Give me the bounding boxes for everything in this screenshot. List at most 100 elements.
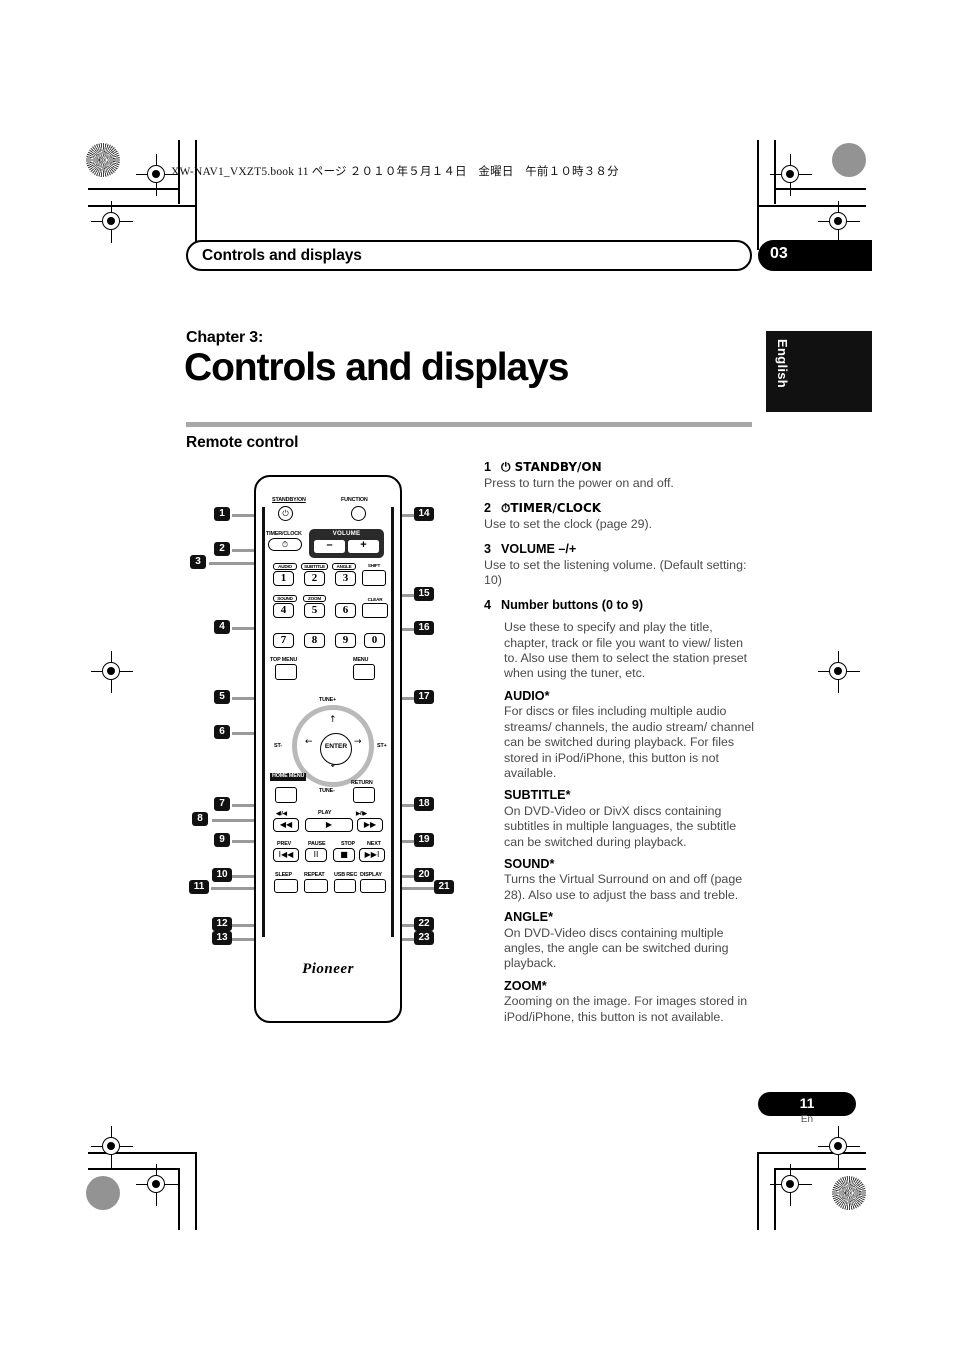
page-number: 11 (799, 1095, 815, 1111)
callout-17: 17 (414, 690, 434, 704)
registration-mark (818, 201, 860, 243)
callout-20: 20 (414, 868, 434, 882)
sleep-button[interactable] (274, 879, 298, 893)
subitem-body: On DVD-Video discs containing multiple a… (504, 925, 729, 971)
language-tab: English (766, 331, 872, 412)
return-label: RETURN (351, 780, 373, 786)
pause-button[interactable]: II (305, 848, 327, 862)
callout-4: 4 (214, 620, 230, 634)
callout-11: 11 (189, 880, 209, 894)
reverse-button[interactable]: ◀◀ (273, 818, 299, 832)
subitem-body: For discs or files including multiple au… (504, 704, 755, 780)
remote-left-rail (262, 507, 265, 937)
language-tab-label: English (775, 339, 790, 389)
usb-rec-button[interactable] (334, 879, 356, 893)
display-button[interactable] (360, 879, 386, 893)
number-button-3[interactable]: 3 (335, 571, 356, 586)
sleep-label: SLEEP (275, 872, 292, 878)
repeat-button[interactable] (304, 879, 328, 893)
callout-9: 9 (214, 833, 230, 847)
pioneer-logo: Pioneer (302, 961, 354, 977)
number-button-9[interactable]: 9 (335, 633, 356, 648)
subtitle-label[interactable]: SUBTITLE (301, 563, 328, 570)
description-item-1: 1 ⏻ STANDBY/ON Press to turn the power on… (484, 460, 756, 492)
subitem-heading: SOUND* (504, 856, 555, 871)
prev-button[interactable]: I◀◀ (273, 848, 299, 862)
remote-right-rail (391, 507, 394, 937)
enter-button[interactable]: ENTER (320, 733, 352, 765)
number-button-6[interactable]: 6 (335, 603, 356, 618)
shift-button[interactable] (362, 570, 386, 586)
function-button[interactable] (351, 506, 366, 521)
up-arrow-icon[interactable]: ↑ (329, 715, 337, 725)
volume-up-button[interactable]: + (348, 540, 379, 553)
callout-12: 12 (212, 917, 232, 931)
zoom-label[interactable]: ZOOM (303, 595, 326, 602)
left-arrow-icon[interactable]: ← (305, 737, 313, 747)
registration-mark (91, 1126, 133, 1168)
item-heading-text: VOLUME –/+ (501, 541, 577, 556)
home-menu-label: HOME MENU (270, 773, 307, 781)
description-subitem-audio: AUDIO* For discs or files including mult… (504, 689, 756, 781)
registration-mark (770, 1164, 812, 1206)
description-heading: 1 ⏻ STANDBY/ON (484, 460, 756, 475)
item-heading-text: Number buttons (0 to 9) (501, 597, 644, 612)
play-button[interactable]: ▶ (305, 818, 353, 832)
registration-mark (91, 201, 133, 243)
callout-2: 2 (214, 542, 230, 556)
running-head-title: Controls and displays (202, 247, 362, 264)
description-subitem-sound: SOUND* Turns the Virtual Surround on and… (504, 857, 756, 903)
page-number-badge: 11 (758, 1092, 856, 1116)
registration-mark (818, 651, 860, 693)
next-button[interactable]: ▶▶I (359, 848, 385, 862)
forward-button[interactable]: ▶▶ (357, 818, 383, 832)
number-button-7[interactable]: 7 (273, 633, 294, 648)
home-menu-button[interactable] (275, 787, 297, 803)
description-item-4: 4 Number buttons (0 to 9) Use these to sp… (484, 598, 756, 1025)
volume-down-button[interactable]: – (314, 540, 345, 553)
section-title: Remote control (186, 434, 299, 451)
description-heading: 3 VOLUME –/+ (484, 542, 756, 557)
number-button-8[interactable]: 8 (304, 633, 325, 648)
audio-label[interactable]: AUDIO (273, 563, 297, 570)
angle-label[interactable]: ANGLE (332, 563, 356, 570)
item-number: 3 (484, 541, 492, 556)
subitem-heading: ZOOM* (504, 978, 547, 993)
callout-21: 21 (434, 880, 454, 894)
number-button-2[interactable]: 2 (304, 571, 325, 586)
description-subitem-angle: ANGLE* On DVD-Video discs containing mul… (504, 910, 756, 972)
page-language-code: En (800, 1114, 814, 1125)
usb-rec-label: USB REC (334, 872, 358, 878)
registration-mark (136, 154, 178, 196)
number-button-5[interactable]: 5 (304, 603, 325, 618)
description-list: 1 ⏻ STANDBY/ON Press to turn the power on… (484, 460, 756, 1034)
clear-button[interactable] (362, 603, 388, 618)
description-body: Use to set the listening volume. (Defaul… (484, 558, 747, 588)
registration-mark (818, 1126, 860, 1168)
number-button-0[interactable]: 0 (364, 633, 385, 648)
number-button-1[interactable]: 1 (273, 571, 294, 586)
menu-button[interactable] (353, 664, 375, 680)
callout-22: 22 (414, 917, 434, 931)
callout-1: 1 (214, 507, 230, 521)
running-head-bar: Controls and displays (186, 240, 752, 271)
callout-18: 18 (414, 797, 434, 811)
description-item-3: 3 VOLUME –/+ Use to set the listening vol… (484, 542, 756, 589)
callout-8: 8 (192, 812, 208, 826)
registration-mark (91, 651, 133, 693)
scan-forward-label: ▶/I▶ (356, 811, 367, 817)
sound-label[interactable]: SOUND (273, 595, 297, 602)
chapter-number-badge: 03 (758, 240, 872, 271)
item-number: 4 (484, 597, 492, 612)
enter-label: ENTER (324, 743, 348, 750)
top-menu-button[interactable] (275, 664, 297, 680)
section-rule (186, 422, 752, 427)
right-arrow-icon[interactable]: → (354, 737, 362, 747)
description-body: Press to turn the power on and off. (484, 476, 674, 491)
stop-button[interactable]: ■ (333, 848, 355, 862)
tune-minus-label: TUNE- (319, 788, 335, 794)
description-body: Use these to specify and play the title,… (504, 620, 748, 681)
return-button[interactable] (353, 787, 375, 803)
top-menu-label: TOP MENU (270, 657, 298, 663)
number-button-4[interactable]: 4 (273, 603, 294, 618)
